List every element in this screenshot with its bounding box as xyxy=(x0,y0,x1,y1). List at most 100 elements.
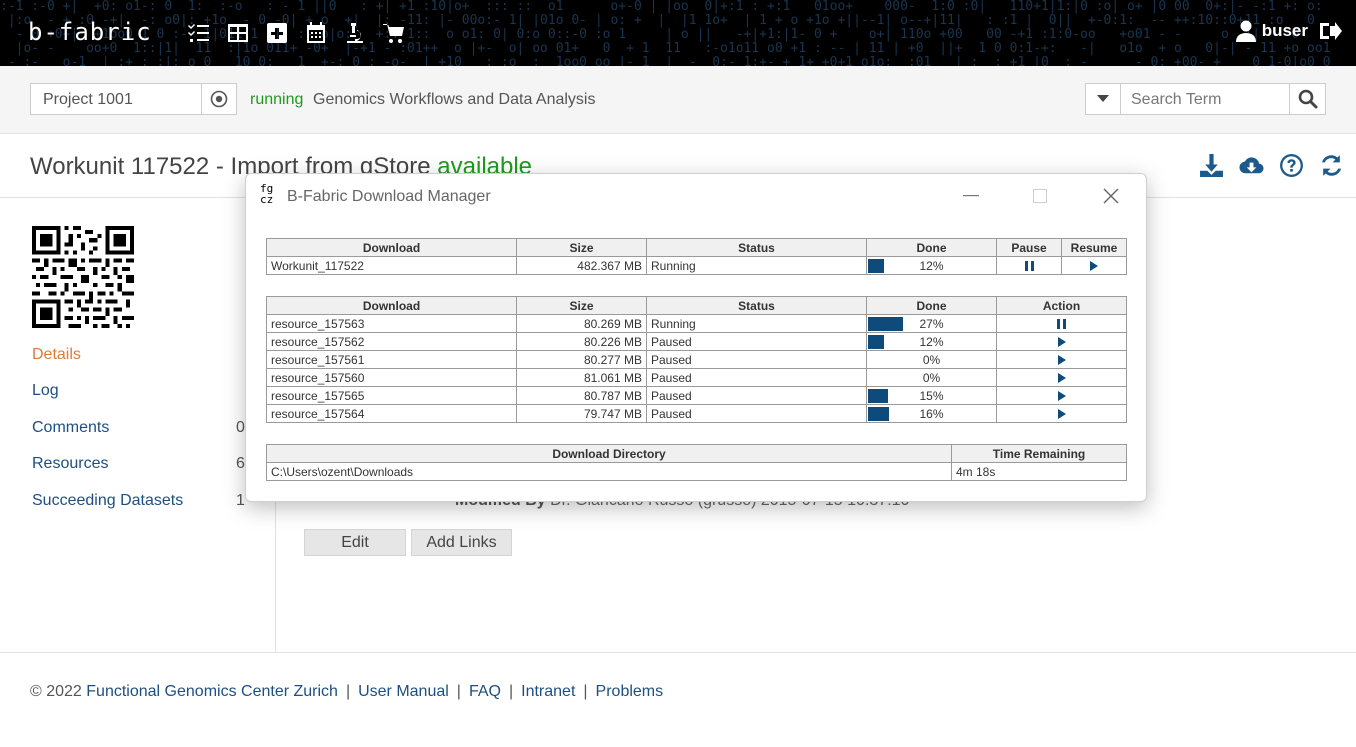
cloud-download-icon[interactable] xyxy=(1238,152,1264,178)
add-links-button[interactable]: Add Links xyxy=(411,529,512,556)
play-icon[interactable] xyxy=(1057,337,1066,348)
footer: © 2022 Functional Genomics Center Zurich… xyxy=(0,652,1356,747)
table-header-row: Download Directory Time Remaining xyxy=(266,444,1127,463)
footer-separator: | xyxy=(508,683,514,700)
table-row: resource_157560 81.061 MB Paused 0% xyxy=(266,368,1127,387)
resume-cell xyxy=(1061,256,1127,275)
download-status: Paused xyxy=(646,350,867,369)
resource-download-table: Download Size Status Done Action resourc… xyxy=(266,296,1127,423)
action-cell xyxy=(996,332,1127,351)
column-header: Size xyxy=(516,238,647,257)
project-select-button[interactable] xyxy=(201,83,237,115)
project-name[interactable]: Genomics Workflows and Data Analysis xyxy=(313,91,595,109)
logout-icon[interactable] xyxy=(1320,21,1342,41)
download-status: Paused xyxy=(646,386,867,405)
page-actions xyxy=(1198,152,1344,178)
project-status: running xyxy=(250,91,304,108)
column-header: Done xyxy=(866,238,997,257)
cart-icon[interactable] xyxy=(381,20,406,45)
progress-label: 15% xyxy=(919,388,944,403)
time-remaining-value: 4m 18s xyxy=(951,462,1127,481)
maximize-button[interactable] xyxy=(1026,184,1054,208)
table-row: resource_157562 80.226 MB Paused 12% xyxy=(266,332,1127,351)
minimize-button[interactable] xyxy=(957,184,985,208)
footer-link-intranet[interactable]: Intranet xyxy=(521,683,575,700)
download-directory-table: Download Directory Time Remaining C:\Use… xyxy=(266,444,1127,481)
table-header-row: Download Size Status Done Action xyxy=(266,296,1127,315)
sidebar-item-details[interactable]: Details xyxy=(32,346,252,364)
tasks-icon[interactable] xyxy=(186,20,211,45)
minimize-icon xyxy=(963,195,979,197)
resource-rows: resource_157563 80.269 MB Running 27% resour… xyxy=(266,314,1127,423)
download-name: resource_157560 xyxy=(266,368,517,387)
footer-separator: | xyxy=(583,683,588,700)
download-size: 81.061 MB xyxy=(516,368,647,387)
footer-text: © 2022 Functional Genomics Center Zurich… xyxy=(30,683,663,701)
download-name: Workunit_117522 xyxy=(266,256,517,275)
progress-cell: 27% xyxy=(866,314,997,333)
play-icon[interactable] xyxy=(1057,373,1066,384)
sidebar-item-resources[interactable]: Resources 6 xyxy=(32,455,252,473)
download-name: resource_157564 xyxy=(266,404,517,423)
plus-square-icon[interactable] xyxy=(264,20,289,45)
fgcz-logo: fg cz xyxy=(260,183,282,205)
column-header: Download Directory xyxy=(266,444,952,463)
column-header: Resume xyxy=(1061,238,1127,257)
pause-icon[interactable] xyxy=(1057,319,1066,330)
table-row: resource_157561 80.277 MB Paused 0% xyxy=(266,350,1127,369)
search-button[interactable] xyxy=(1289,83,1326,115)
window-title: B-Fabric Download Manager xyxy=(287,188,491,205)
progress-label: 12% xyxy=(919,258,944,273)
column-header: Size xyxy=(516,296,647,315)
window-titlebar[interactable]: fg cz B-Fabric Download Manager xyxy=(246,174,1146,218)
sidebar-item-label: Comments xyxy=(32,419,110,436)
maximize-icon xyxy=(1033,189,1047,203)
download-status: Running xyxy=(646,256,867,275)
sidebar-item-count: 0 xyxy=(236,419,245,436)
edit-button[interactable]: Edit xyxy=(304,529,406,556)
sidebar-item-succeeding-datasets[interactable]: Succeeding Datasets 1 xyxy=(32,492,252,510)
footer-link-fgcz[interactable]: Functional Genomics Center Zurich xyxy=(86,683,338,700)
table-row: resource_157564 79.747 MB Paused 16% xyxy=(266,404,1127,423)
progress-label: 27% xyxy=(919,316,944,331)
column-header: Done xyxy=(866,296,997,315)
search-scope-dropdown[interactable] xyxy=(1085,83,1121,115)
download-name: resource_157562 xyxy=(266,332,517,351)
main-nav-icons xyxy=(186,20,406,45)
user-menu[interactable]: buser xyxy=(1235,20,1342,42)
calendar-icon[interactable] xyxy=(303,20,328,45)
footer-link-faq[interactable]: FAQ xyxy=(469,683,501,700)
download-directory-value[interactable]: C:\Users\ozent\Downloads xyxy=(266,462,952,481)
progress-cell: 0% xyxy=(866,350,997,369)
column-header: Time Remaining xyxy=(951,444,1127,463)
sidebar-item-comments[interactable]: Comments 0 xyxy=(32,419,252,437)
app-logo[interactable]: b-fabric xyxy=(28,18,152,46)
play-icon[interactable] xyxy=(1057,409,1066,420)
help-icon[interactable] xyxy=(1278,152,1304,178)
pause-icon[interactable] xyxy=(1024,261,1034,272)
search-input[interactable]: Search Term xyxy=(1120,83,1290,115)
action-cell xyxy=(996,386,1127,405)
sidebar-item-count: 6 xyxy=(236,455,245,472)
refresh-icon[interactable] xyxy=(1318,152,1344,178)
fgcz-logo-bottom: cz xyxy=(260,193,274,206)
pause-cell xyxy=(996,256,1062,275)
sidebar-item-label: Succeeding Datasets xyxy=(32,492,184,509)
action-cell xyxy=(996,314,1127,333)
close-button[interactable] xyxy=(1097,184,1125,208)
microscope-icon[interactable] xyxy=(342,20,367,45)
download-size: 80.269 MB xyxy=(516,314,647,333)
download-icon[interactable] xyxy=(1198,152,1224,178)
play-icon[interactable] xyxy=(1090,261,1098,272)
action-cell xyxy=(996,368,1127,387)
footer-link-problems[interactable]: Problems xyxy=(596,683,664,700)
sidebar-item-log[interactable]: Log xyxy=(32,382,252,400)
progress-label: 0% xyxy=(922,352,941,367)
action-cell xyxy=(996,404,1127,423)
play-icon[interactable] xyxy=(1057,355,1066,366)
play-icon[interactable] xyxy=(1057,391,1066,402)
table-row: Workunit_117522 482.367 MB Running 12% xyxy=(266,256,1127,275)
project-selector-input[interactable]: Project 1001 xyxy=(30,83,202,115)
footer-link-user-manual[interactable]: User Manual xyxy=(358,683,449,700)
table-icon[interactable] xyxy=(225,20,250,45)
